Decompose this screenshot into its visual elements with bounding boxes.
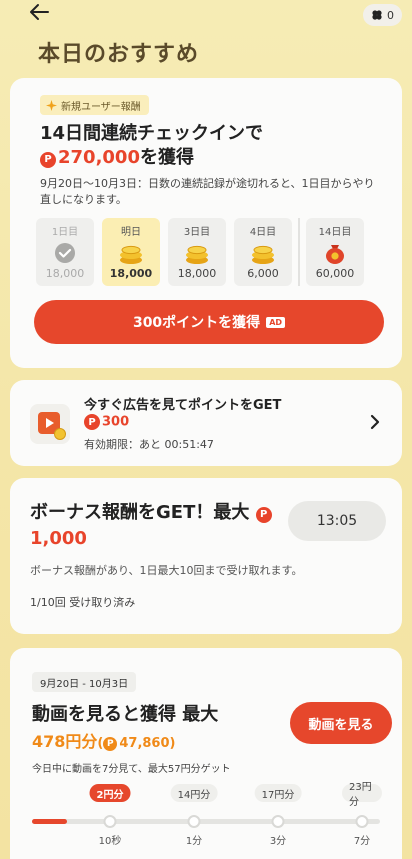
point-coin-icon: P (40, 152, 56, 168)
day-label: 明日 (121, 227, 141, 238)
bonus-headline-text: ボーナス報酬をGET！最大 (30, 502, 250, 523)
milestone-dot (103, 815, 117, 828)
amount-points: 47,860 (119, 736, 170, 751)
day-tile-14[interactable]: 14日目 60,000 (306, 218, 364, 286)
top-bar: 0 (0, 0, 412, 32)
video-card-amount: 478円分(P 47,860) (32, 732, 176, 751)
bonus-amount: 1,000 (30, 528, 87, 549)
sparkle-icon (46, 99, 57, 111)
watch-video-button[interactable]: 動画を見る (290, 702, 392, 744)
bonus-timer-button[interactable]: 13:05 (288, 501, 386, 541)
point-coin-icon: P (255, 507, 272, 523)
day-value: 18,000 (45, 267, 85, 280)
headline-line1: 14日間連続チェックインで (40, 123, 264, 144)
new-user-tag: 新規ユーザー報酬 (40, 95, 149, 115)
milestone-reward: 14円分 (170, 784, 218, 802)
day-label: 1日目 (51, 227, 79, 238)
day-value: 18,000 (109, 267, 153, 280)
day-divider (298, 218, 300, 286)
point-coin-icon: P (103, 737, 118, 751)
ad-card-points: P 300 (84, 414, 129, 430)
coin-balance-badge[interactable]: 0 (363, 4, 402, 26)
coin-stack-icon (250, 241, 276, 265)
milestone-dot (355, 815, 369, 828)
day-tile-3[interactable]: 3日目 18,000 (168, 218, 226, 286)
claim-points-button[interactable]: 300ポイントを獲得 AD (34, 300, 384, 344)
day-value: 18,000 (177, 267, 217, 280)
video-card-title: 動画を見ると獲得 最大 (32, 704, 219, 725)
video-progress: 2円分 14円分 17円分 23円分 10秒 1分 3分 7分 (10, 782, 402, 854)
bonus-claim-count: 1/10回 受け取り済み (30, 596, 136, 609)
check-icon (52, 241, 78, 265)
page-title: 本日のおすすめ (38, 42, 200, 67)
checkin-description: 9月20日〜10月3日：日数の連続記録が途切れると、1日目からやり直しになります… (40, 177, 375, 206)
milestone-reward: 2円分 (89, 784, 131, 802)
coin-stack-icon (118, 241, 144, 265)
watch-video-card: 9月20日 - 10月3日 動画を見ると獲得 最大 478円分(P 47,860)… (10, 648, 402, 859)
milestone-time: 7分 (353, 836, 371, 847)
progress-track (32, 819, 380, 824)
milestone-dot (271, 815, 285, 828)
milestone-reward: 23円分 (342, 782, 382, 808)
day-tile-4[interactable]: 4日目 6,000 (234, 218, 292, 286)
bonus-description: ボーナス報酬があり、1日最大10回まで受け取れます。 (30, 564, 303, 577)
money-bag-icon (322, 241, 348, 265)
checkin-card: 新規ユーザー報酬 14日間連続チェックインで P 270,000を獲得 9月20日… (10, 78, 402, 368)
ad-card-expiry: 有効期限：あと 00:51:47 (84, 438, 214, 451)
progress-fill (32, 819, 67, 824)
coin-count: 0 (387, 8, 394, 22)
headline-suffix: を獲得 (139, 147, 194, 168)
headline-amount: 270,000 (58, 147, 140, 168)
ad-points-value: 300 (102, 414, 130, 430)
day-value: 6,000 (247, 267, 279, 280)
clover-icon (372, 10, 382, 20)
milestone-time: 3分 (269, 836, 287, 847)
checkin-headline: 14日間連続チェックインで P 270,000を獲得 (40, 122, 263, 170)
play-video-icon (30, 404, 70, 444)
date-range-badge: 9月20日 - 10月3日 (32, 672, 137, 692)
chevron-right-icon (370, 414, 380, 430)
tag-label: 新規ユーザー報酬 (61, 101, 141, 113)
watch-ad-card[interactable]: 今すぐ広告を見てポイントをGET P 300 有効期限：あと 00:51:47 (10, 380, 402, 466)
arrow-left-icon (30, 4, 49, 20)
milestone-time: 10秒 (98, 836, 122, 847)
back-button[interactable] (28, 2, 52, 22)
day-value: 60,000 (315, 267, 355, 280)
bonus-card: ボーナス報酬をGET！最大 P 1,000 13:05 ボーナス報酬があり、1日最… (10, 478, 402, 634)
ad-card-title: 今すぐ広告を見てポイントをGET (84, 398, 282, 413)
milestone-reward: 17円分 (254, 784, 302, 802)
day-tile-1[interactable]: 1日目 18,000 (36, 218, 94, 286)
day-label: 3日目 (183, 227, 211, 238)
day-tile-2[interactable]: 明日 18,000 (102, 218, 160, 286)
amount-yen: 478円分 (32, 732, 98, 751)
day-label: 14日目 (318, 227, 352, 238)
point-coin-icon: P (84, 414, 100, 430)
bonus-headline: ボーナス報酬をGET！最大 P 1,000 (30, 500, 280, 552)
ad-badge: AD (266, 316, 286, 328)
day-list: 1日目 18,000 明日 18,000 3日目 18,000 4日目 6,00… (36, 218, 364, 286)
day-label: 4日目 (249, 227, 277, 238)
coin-stack-icon (184, 241, 210, 265)
milestone-time: 1分 (185, 836, 203, 847)
video-card-description: 今日中に動画を7分見て、最大57円分ゲット (32, 764, 231, 775)
milestone-dot (187, 815, 201, 828)
claim-points-label: 300ポイントを獲得 (132, 315, 261, 331)
